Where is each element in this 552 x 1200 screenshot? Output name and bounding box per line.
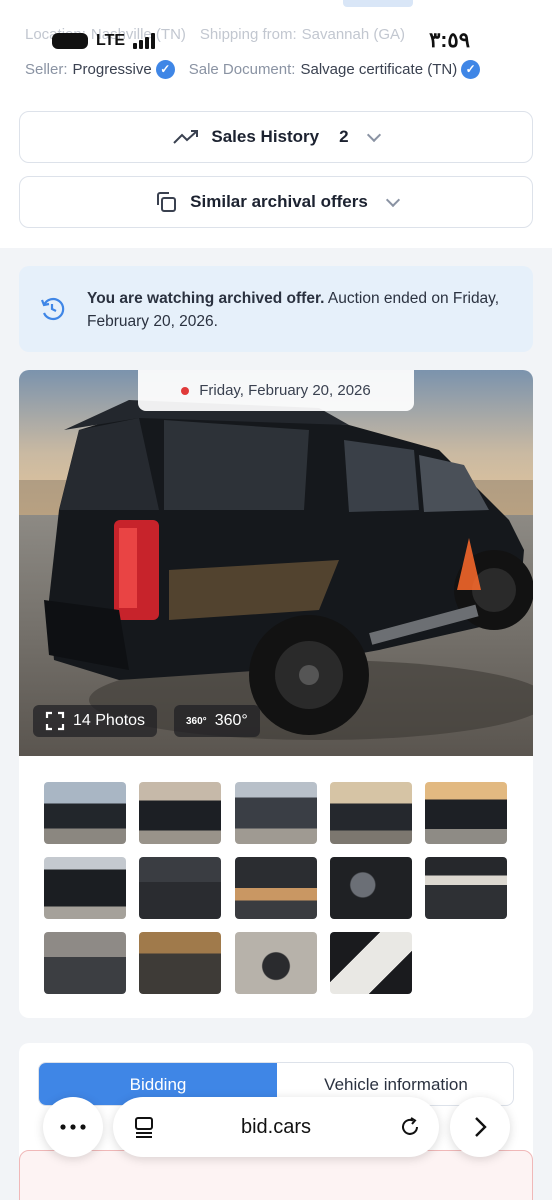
notice-text: You are watching archived offer. Auction… <box>87 287 517 333</box>
similar-offers-label: Similar archival offers <box>190 192 368 211</box>
more-icon <box>60 1124 86 1130</box>
verified-icon: ✓ <box>461 60 481 79</box>
auction-date-text: Friday, February 20, 2026 <box>199 382 371 399</box>
thumbnail-10[interactable] <box>425 857 507 919</box>
photos-count-label: 14 Photos <box>73 712 146 729</box>
sales-history-button[interactable]: Sales History 2 <box>19 111 533 163</box>
thumbnail-11[interactable] <box>44 932 126 994</box>
sale-document-value: Salvage certificate (TN) <box>300 61 458 78</box>
status-dot <box>181 386 190 395</box>
fullscreen-icon <box>45 711 65 731</box>
360-icon: 360° <box>186 715 207 727</box>
all-photos-button[interactable]: 14 Photos <box>33 705 158 737</box>
view-360-button[interactable]: 360° 360° <box>174 705 260 737</box>
signal-icon <box>133 33 156 49</box>
seller-label: Seller: <box>25 61 68 78</box>
battery-icon <box>52 33 88 49</box>
thumbnail-5[interactable] <box>425 782 507 844</box>
status-bar: LTE ٣:٥٩ <box>0 22 552 58</box>
thumbnail-4[interactable] <box>330 782 412 844</box>
thumbnail-6[interactable] <box>44 857 126 919</box>
address-bar[interactable]: bid.cars <box>113 1097 439 1157</box>
listing-header-card: Location: Nashville (TN) Shipping from: … <box>0 0 552 248</box>
copy-icon <box>157 192 177 212</box>
thumbnail-12[interactable] <box>139 932 221 994</box>
similar-offers-button[interactable]: Similar archival offers <box>19 176 533 228</box>
view-360-label: 360° <box>214 712 248 729</box>
url-text: bid.cars <box>240 1116 312 1138</box>
sales-history-count: 2 <box>339 127 349 146</box>
thumbnail-7[interactable] <box>139 857 221 919</box>
trending-up-icon <box>173 130 199 144</box>
more-button[interactable] <box>43 1097 103 1157</box>
forward-button[interactable] <box>450 1097 510 1157</box>
history-icon <box>40 297 65 321</box>
thumbnail-14[interactable] <box>330 932 412 994</box>
seller-row: Seller: Progressive ✓ Sale Document: Sal… <box>25 60 481 79</box>
status-time: ٣:٥٩ <box>429 29 470 52</box>
chevron-down-icon <box>366 127 381 142</box>
main-vehicle-photo[interactable]: Friday, February 20, 2026 14 Photos 360°… <box>19 370 533 756</box>
verified-icon: ✓ <box>155 60 175 79</box>
reload-icon[interactable] <box>399 1116 421 1138</box>
sales-history-label: Sales History <box>211 127 320 146</box>
thumbnail-1[interactable] <box>44 782 126 844</box>
browser-toolbar: bid.cars <box>0 1096 552 1160</box>
tab-indicator <box>343 0 413 7</box>
forward-icon <box>475 1117 487 1137</box>
chevron-down-icon <box>385 192 400 207</box>
thumbnail-13[interactable] <box>235 932 317 994</box>
auction-date-label: Friday, February 20, 2026 <box>138 370 414 411</box>
sale-document-label: Sale Document: <box>188 61 296 78</box>
seller-value[interactable]: Progressive <box>73 61 152 78</box>
notice-bold: You are watching archived offer. <box>87 290 325 307</box>
thumbnail-8[interactable] <box>235 857 317 919</box>
network-label: LTE <box>96 32 126 49</box>
thumbnail-9[interactable] <box>330 857 412 919</box>
gallery-card: Friday, February 20, 2026 14 Photos 360°… <box>19 370 533 1018</box>
thumbnail-2[interactable] <box>139 782 221 844</box>
archived-notice: You are watching archived offer. Auction… <box>19 266 533 352</box>
thumbnail-3[interactable] <box>235 782 317 844</box>
